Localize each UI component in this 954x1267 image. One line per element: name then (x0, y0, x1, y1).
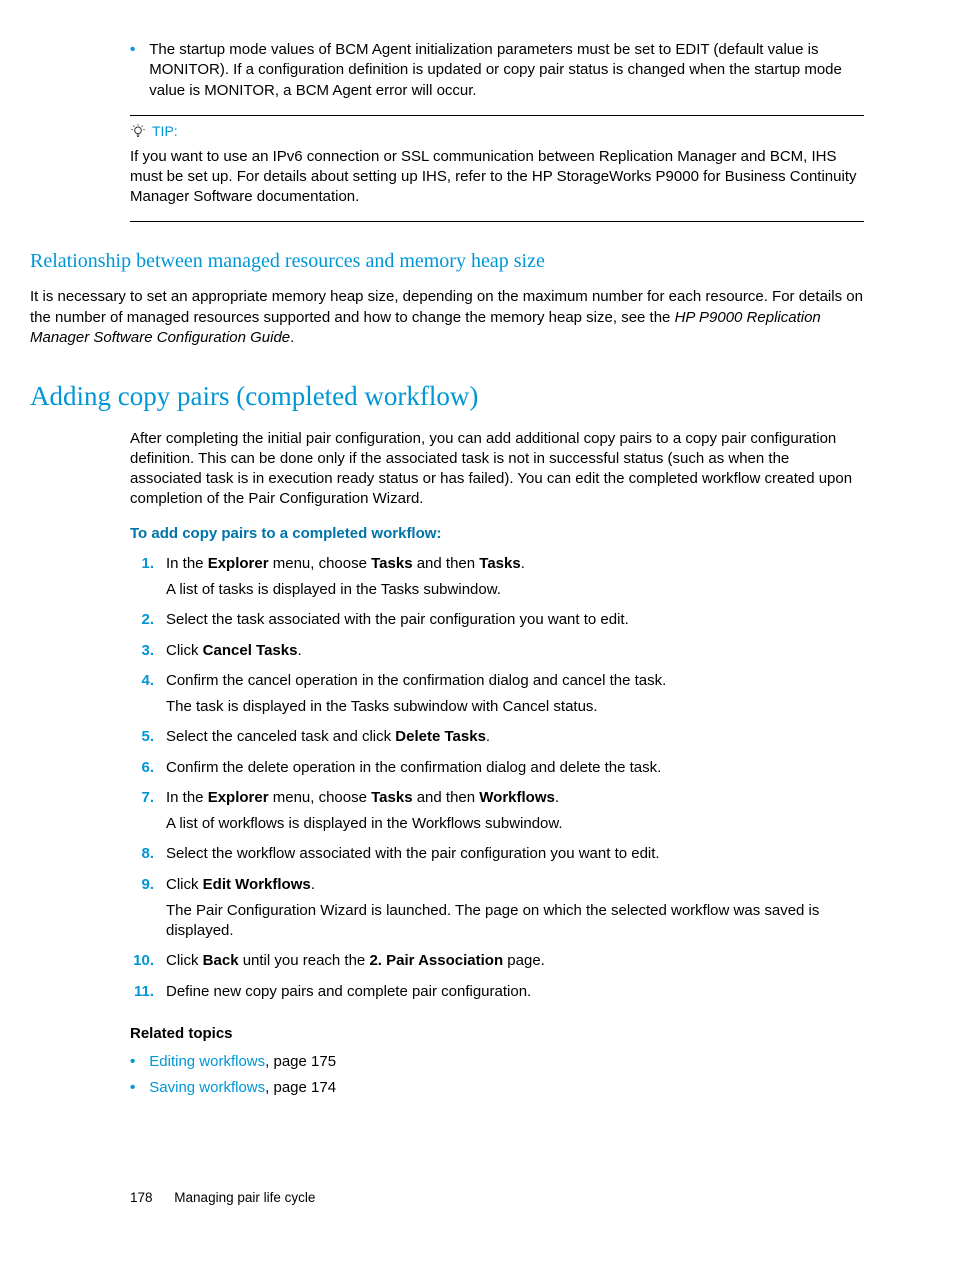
divider (130, 221, 864, 222)
step-body: Select the canceled task and click Delet… (166, 727, 864, 747)
step-body: Select the task associated with the pair… (166, 610, 864, 630)
steps-list: 1. In the Explorer menu, choose Tasks and… (130, 554, 864, 1002)
step-body: In the Explorer menu, choose Tasks and t… (166, 554, 864, 601)
step-number: 5. (130, 727, 154, 747)
step-number: 6. (130, 758, 154, 778)
step-number: 8. (130, 844, 154, 864)
bullet-icon: • (130, 1052, 135, 1072)
step-sub: The task is displayed in the Tasks subwi… (166, 697, 864, 717)
tip-block: TIP: If you want to use an IPv6 connecti… (130, 115, 864, 223)
step-number: 3. (130, 641, 154, 661)
intro-bullet-text: The startup mode values of BCM Agent ini… (149, 40, 864, 101)
step-item: 3. Click Cancel Tasks. (130, 641, 864, 661)
step-number: 11. (130, 982, 154, 1002)
related-item: •Saving workflows, page 174 (130, 1078, 864, 1098)
procedure-title: To add copy pairs to a completed workflo… (130, 524, 864, 544)
heading-adding-copy-pairs: Adding copy pairs (completed workflow) (30, 378, 864, 414)
step-number: 10. (130, 951, 154, 971)
step-sub: A list of workflows is displayed in the … (166, 814, 864, 834)
related-link[interactable]: Saving workflows (149, 1079, 265, 1096)
step-body: In the Explorer menu, choose Tasks and t… (166, 788, 864, 835)
step-body: Select the workflow associated with the … (166, 844, 864, 864)
step-number: 2. (130, 610, 154, 630)
step-item: 11. Define new copy pairs and complete pa… (130, 982, 864, 1002)
step-item: 2. Select the task associated with the pa… (130, 610, 864, 630)
step-number: 9. (130, 875, 154, 942)
related-link[interactable]: Editing workflows (149, 1053, 265, 1070)
heading-relationship: Relationship between managed resources a… (30, 248, 864, 275)
step-item: 4. Confirm the cancel operation in the co… (130, 671, 864, 718)
step-sub: A list of tasks is displayed in the Task… (166, 580, 864, 600)
step-item: 1. In the Explorer menu, choose Tasks and… (130, 554, 864, 601)
step-body: Confirm the delete operation in the conf… (166, 758, 864, 778)
page-number: 178 (130, 1190, 153, 1205)
bullet-icon: • (130, 40, 135, 101)
step-number: 4. (130, 671, 154, 718)
step-item: 10. Click Back until you reach the 2. Pai… (130, 951, 864, 971)
step-item: 7. In the Explorer menu, choose Tasks and… (130, 788, 864, 835)
step-number: 7. (130, 788, 154, 835)
intro-bullet-item: • The startup mode values of BCM Agent i… (130, 40, 864, 101)
step-body: Confirm the cancel operation in the conf… (166, 671, 864, 718)
related-topics-heading: Related topics (130, 1024, 864, 1044)
footer-section: Managing pair life cycle (174, 1190, 315, 1205)
adding-intro: After completing the initial pair config… (130, 429, 864, 510)
step-body: Click Edit Workflows.The Pair Configurat… (166, 875, 864, 942)
step-item: 6. Confirm the delete operation in the co… (130, 758, 864, 778)
tip-icon (130, 123, 146, 139)
related-topics-list: •Editing workflows, page 175•Saving work… (130, 1052, 864, 1099)
divider (130, 115, 864, 116)
bullet-icon: • (130, 1078, 135, 1098)
step-item: 8. Select the workflow associated with th… (130, 844, 864, 864)
page-footer: 178 Managing pair life cycle (130, 1189, 864, 1207)
step-item: 5. Select the canceled task and click Del… (130, 727, 864, 747)
step-body: Click Cancel Tasks. (166, 641, 864, 661)
tip-label: TIP: (152, 122, 178, 141)
step-body: Define new copy pairs and complete pair … (166, 982, 864, 1002)
step-item: 9.Click Edit Workflows.The Pair Configur… (130, 875, 864, 942)
step-number: 1. (130, 554, 154, 601)
step-body: Click Back until you reach the 2. Pair A… (166, 951, 864, 971)
related-item: •Editing workflows, page 175 (130, 1052, 864, 1072)
step-sub: The Pair Configuration Wizard is launche… (166, 901, 864, 942)
tip-body: If you want to use an IPv6 connection or… (130, 147, 864, 208)
relationship-body: It is necessary to set an appropriate me… (30, 287, 864, 348)
